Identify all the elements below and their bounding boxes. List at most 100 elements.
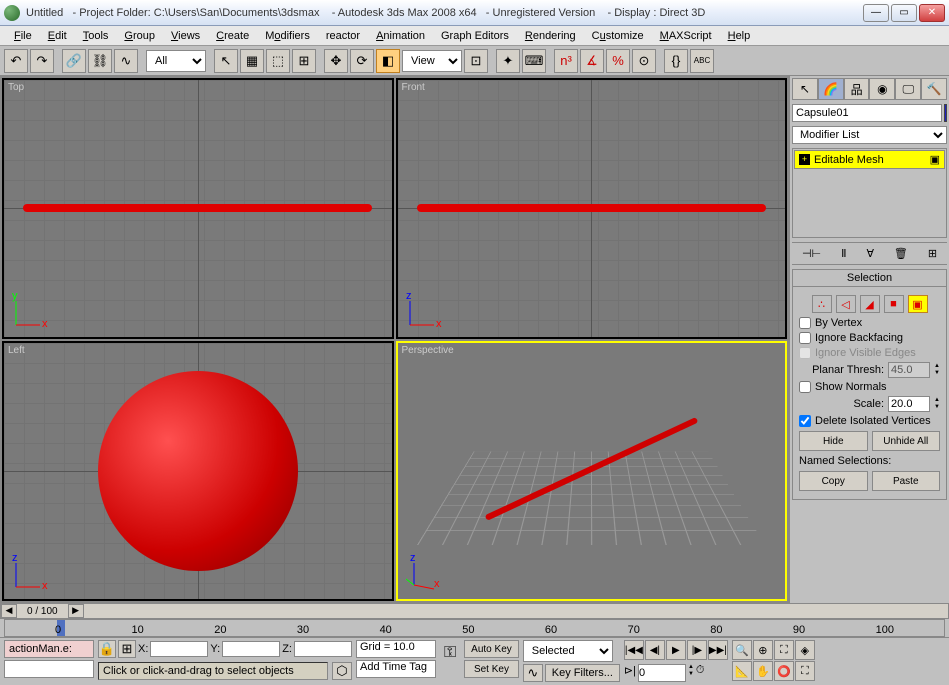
zoom-button[interactable]: 🔍 bbox=[732, 640, 752, 660]
scale-button[interactable]: ◧ bbox=[376, 49, 400, 73]
menu-reactor[interactable]: reactor bbox=[318, 28, 368, 44]
key-filters-icon[interactable]: ∿ bbox=[523, 664, 543, 682]
prev-frame-button[interactable]: ◀| bbox=[645, 640, 665, 660]
key-mode-select[interactable]: Selected bbox=[523, 640, 613, 662]
motion-tab[interactable]: ◉ bbox=[869, 78, 895, 100]
unlink-button[interactable]: ⛓ bbox=[88, 49, 112, 73]
viewport-perspective[interactable]: Perspective zx bbox=[396, 341, 788, 602]
selection-filter[interactable]: All bbox=[146, 50, 206, 72]
unhide-all-button[interactable]: Unhide All bbox=[872, 431, 941, 451]
select-button[interactable]: ↖ bbox=[214, 49, 238, 73]
hierarchy-tab[interactable]: 品 bbox=[844, 78, 870, 100]
undo-button[interactable]: ↶ bbox=[4, 49, 28, 73]
by-vertex-checkbox[interactable] bbox=[799, 317, 811, 329]
show-normals-checkbox[interactable] bbox=[799, 381, 811, 393]
minimize-button[interactable]: — bbox=[863, 4, 889, 22]
move-button[interactable]: ✥ bbox=[324, 49, 348, 73]
time-slider[interactable]: 0102030405060708090100 bbox=[4, 619, 945, 637]
spinner-snap-button[interactable]: ⊙ bbox=[632, 49, 656, 73]
transform-mode-button[interactable]: ⊞ bbox=[118, 640, 136, 658]
face-subobj-button[interactable]: ◢ bbox=[860, 295, 880, 313]
vertex-subobj-button[interactable]: ∴ bbox=[812, 295, 832, 313]
goto-end-button[interactable]: ▶▶| bbox=[708, 640, 728, 660]
current-frame-field[interactable] bbox=[638, 664, 686, 682]
menu-file[interactable]: File bbox=[6, 28, 40, 44]
maximize-viewport-button[interactable]: ⛶ bbox=[795, 661, 815, 681]
hide-button[interactable]: Hide bbox=[799, 431, 868, 451]
ref-coord-system[interactable]: View bbox=[402, 50, 462, 72]
utilities-tab[interactable]: 🔨 bbox=[921, 78, 947, 100]
fov-button[interactable]: 📐 bbox=[732, 661, 752, 681]
menu-rendering[interactable]: Rendering bbox=[517, 28, 584, 44]
expand-icon[interactable]: + bbox=[799, 154, 810, 165]
window-crossing-button[interactable]: ⊞ bbox=[292, 49, 316, 73]
menu-animation[interactable]: Animation bbox=[368, 28, 433, 44]
rotate-button[interactable]: ⟳ bbox=[350, 49, 374, 73]
configure-button[interactable]: ⊞ bbox=[928, 247, 937, 260]
abc-button[interactable]: ABC bbox=[690, 49, 714, 73]
polygon-subobj-button[interactable]: ■ bbox=[884, 295, 904, 313]
zoom-all-button[interactable]: ⊕ bbox=[753, 640, 773, 660]
redo-button[interactable]: ↷ bbox=[30, 49, 54, 73]
object-name-field[interactable] bbox=[792, 104, 942, 122]
modify-tab[interactable]: 🌈 bbox=[818, 78, 844, 100]
rollout-header[interactable]: Selection bbox=[793, 270, 946, 287]
angle-snap-button[interactable]: ∡ bbox=[580, 49, 604, 73]
pin-stack-button[interactable]: ⊣⊢ bbox=[802, 247, 821, 260]
y-coord-field[interactable] bbox=[222, 641, 280, 657]
key-filters-button[interactable]: Key Filters... bbox=[545, 664, 620, 682]
play-button[interactable]: ▶ bbox=[666, 640, 686, 660]
display-tab[interactable]: 🖵 bbox=[895, 78, 921, 100]
scale-spinner[interactable]: ▲▼ bbox=[934, 397, 940, 411]
modifier-stack[interactable]: + Editable Mesh ▣ bbox=[792, 148, 947, 238]
pan-button[interactable]: ✋ bbox=[753, 661, 773, 681]
auto-key-button[interactable]: Auto Key bbox=[464, 640, 519, 658]
edge-subobj-button[interactable]: ◁ bbox=[836, 295, 856, 313]
script-input[interactable] bbox=[4, 660, 94, 678]
modifier-list[interactable]: Modifier List bbox=[792, 126, 947, 144]
select-name-button[interactable]: ▦ bbox=[240, 49, 264, 73]
menu-graph-editors[interactable]: Graph Editors bbox=[433, 28, 517, 44]
ignore-backfacing-checkbox[interactable] bbox=[799, 332, 811, 344]
add-time-tag[interactable]: Add Time Tag bbox=[356, 660, 436, 678]
paste-button[interactable]: Paste bbox=[872, 471, 941, 491]
viewport-top[interactable]: Top yx bbox=[2, 78, 394, 339]
link-button[interactable]: 🔗 bbox=[62, 49, 86, 73]
viewport-front[interactable]: Front zx bbox=[396, 78, 788, 339]
menu-group[interactable]: Group bbox=[116, 28, 163, 44]
menu-tools[interactable]: Tools bbox=[75, 28, 117, 44]
lock-selection-button[interactable]: 🔒 bbox=[98, 640, 116, 658]
viewport-left[interactable]: Left zx bbox=[2, 341, 394, 602]
zoom-extents-all-button[interactable]: ◈ bbox=[795, 640, 815, 660]
menu-help[interactable]: Help bbox=[720, 28, 759, 44]
copy-button[interactable]: Copy bbox=[799, 471, 868, 491]
frame-spinner[interactable]: ▲▼ bbox=[688, 664, 694, 682]
menu-maxscript[interactable]: MAXScript bbox=[652, 28, 720, 44]
x-coord-field[interactable] bbox=[150, 641, 208, 657]
horizontal-scrollbar[interactable]: ◀ 0 / 100 ▶ bbox=[0, 603, 949, 619]
next-frame-button[interactable]: |▶ bbox=[687, 640, 707, 660]
percent-snap-button[interactable]: % bbox=[606, 49, 630, 73]
create-tab[interactable]: ↖ bbox=[792, 78, 818, 100]
scroll-right-button[interactable]: ▶ bbox=[68, 604, 84, 618]
maximize-button[interactable]: ▭ bbox=[891, 4, 917, 22]
menu-customize[interactable]: Customize bbox=[584, 28, 652, 44]
snap-button[interactable]: n³ bbox=[554, 49, 578, 73]
key-mode-toggle[interactable]: ⊳| bbox=[624, 664, 636, 682]
keyboard-shortcut-button[interactable]: ⌨ bbox=[522, 49, 546, 73]
pivot-button[interactable]: ⊡ bbox=[464, 49, 488, 73]
script-listener[interactable]: actionMan.e: bbox=[4, 640, 94, 658]
zoom-extents-button[interactable]: ⛶ bbox=[774, 640, 794, 660]
element-subobj-button[interactable]: ▣ bbox=[908, 295, 928, 313]
close-button[interactable]: ✕ bbox=[919, 4, 945, 22]
menu-modifiers[interactable]: Modifiers bbox=[257, 28, 318, 44]
select-region-button[interactable]: ⬚ bbox=[266, 49, 290, 73]
make-unique-button[interactable]: ∀ bbox=[866, 247, 874, 260]
show-result-button[interactable]: Ⅱ bbox=[841, 247, 846, 260]
bind-button[interactable]: ∿ bbox=[114, 49, 138, 73]
menu-edit[interactable]: Edit bbox=[40, 28, 75, 44]
set-key-button[interactable]: Set Key bbox=[464, 660, 519, 678]
manipulate-button[interactable]: ✦ bbox=[496, 49, 520, 73]
delete-iso-checkbox[interactable] bbox=[799, 415, 811, 427]
goto-start-button[interactable]: |◀◀ bbox=[624, 640, 644, 660]
